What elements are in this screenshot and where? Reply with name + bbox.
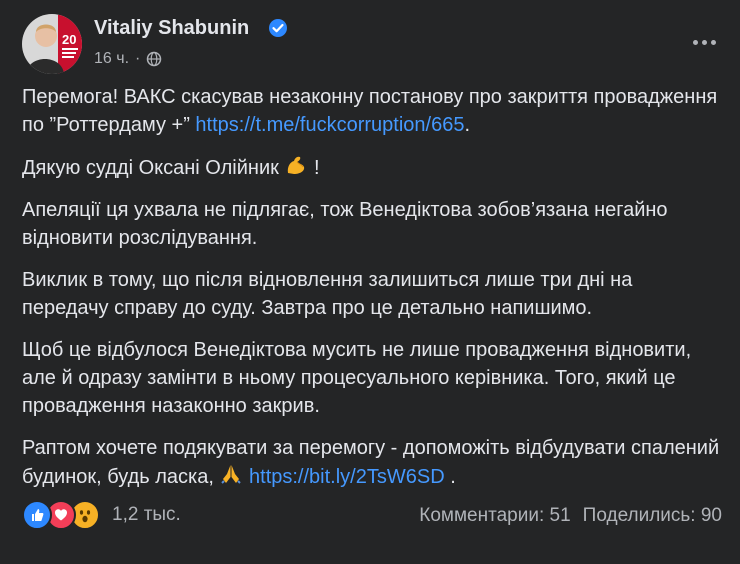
- more-dot-icon: [701, 39, 707, 45]
- avatar[interactable]: 20: [22, 14, 82, 74]
- more-dot-icon: [692, 39, 698, 45]
- shares-count[interactable]: Поделились: 90: [583, 505, 722, 527]
- engagement-counts: Комментарии: 51 Поделились: 90: [419, 505, 722, 527]
- paragraph-6: Раптом хочете подякувати за перемогу - д…: [22, 434, 722, 491]
- folded-hands-emoji-icon: [221, 465, 242, 484]
- meta-separator: ·: [135, 50, 141, 67]
- paragraph-3: Апеляції ця ухвала не підлягає, тож Вене…: [22, 199, 668, 249]
- paragraph-4: Виклик в тому, що після відновлення зали…: [22, 269, 633, 319]
- facebook-post: 20 Vitaliy Shabunin 16 ч. · Перемога! ВА…: [0, 0, 740, 564]
- more-dot-icon: [710, 39, 716, 45]
- flexed-biceps-emoji-icon: [288, 156, 305, 174]
- paragraph-1-end: .: [464, 114, 471, 136]
- post-header: 20 Vitaliy Shabunin 16 ч. ·: [22, 14, 722, 78]
- post-meta: 16 ч. ·: [94, 50, 162, 68]
- paragraph-6-end: .: [444, 466, 456, 488]
- post-footer: 1,2 тыс. Комментарии: 51 Поделились: 90: [22, 500, 722, 536]
- globe-icon[interactable]: [146, 51, 162, 67]
- bitly-link[interactable]: https://bit.ly/2TsW6SD: [249, 466, 445, 488]
- paragraph-2-end: !: [308, 157, 320, 179]
- more-options-button[interactable]: [686, 24, 722, 60]
- post-time[interactable]: 16 ч.: [94, 50, 129, 68]
- like-reaction-icon: [22, 500, 52, 530]
- paragraph-1: Перемога! ВАКС скасував незаконну постан…: [22, 83, 722, 139]
- verified-badge-icon: [269, 19, 287, 37]
- paragraph-2: Дякую судді Оксані Олійник !: [22, 153, 722, 182]
- author-name[interactable]: Vitaliy Shabunin: [94, 17, 249, 40]
- telegram-link[interactable]: https://t.me/fuckcorruption/665: [195, 114, 464, 136]
- paragraph-2-text: Дякую судді Оксані Олійник: [22, 157, 285, 179]
- comments-count[interactable]: Комментарии: 51: [419, 505, 570, 527]
- avatar-badge: 20: [62, 32, 76, 47]
- post-body: Перемога! ВАКС скасував незаконну постан…: [22, 83, 722, 505]
- reactions-summary[interactable]: 1,2 тыс.: [22, 500, 181, 530]
- paragraph-5: Щоб це відбулося Венедіктова мусить не л…: [22, 339, 692, 417]
- reaction-count: 1,2 тыс.: [112, 504, 181, 525]
